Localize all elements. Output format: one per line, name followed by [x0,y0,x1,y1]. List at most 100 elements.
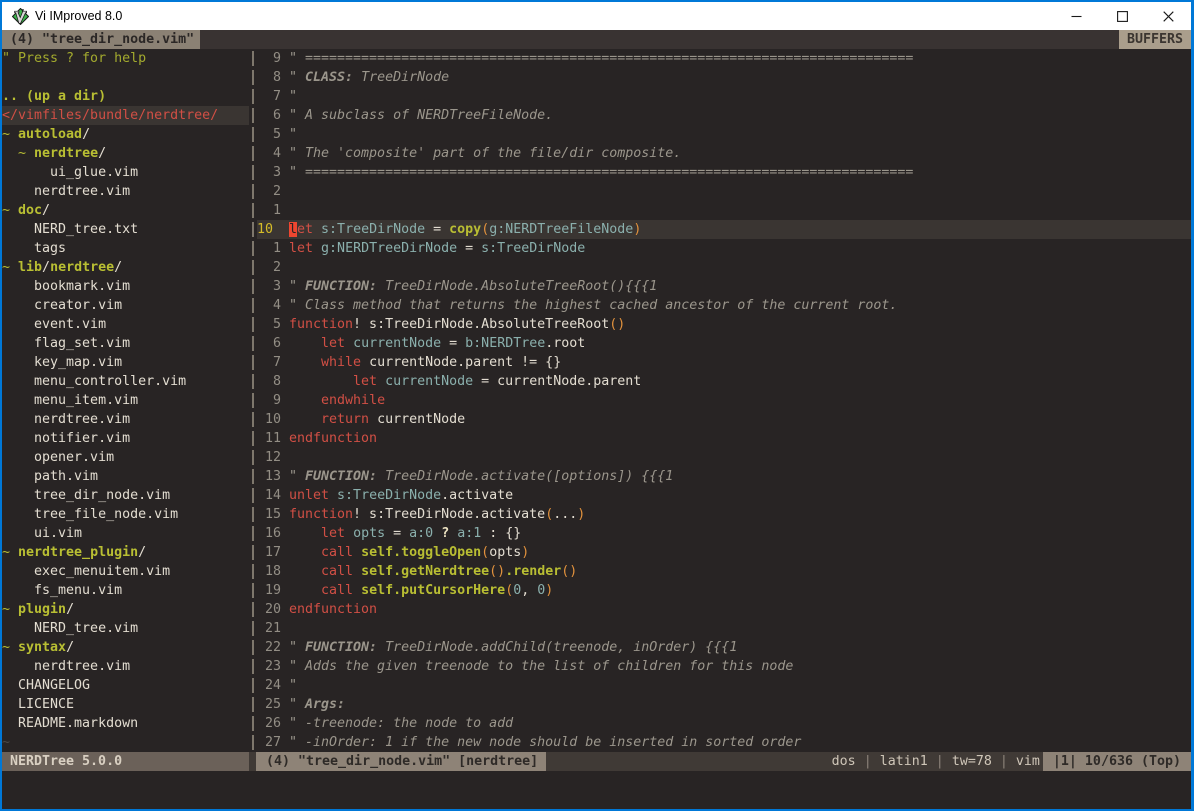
code-line[interactable]: 2 [257,182,1191,201]
text-segment: .activate [441,488,513,503]
nerdtree-line[interactable]: NERD_tree.vim [2,619,249,638]
nerdtree-line[interactable]: ~ plugin/ [2,600,249,619]
nerdtree-line[interactable]: ~ syntax/ [2,638,249,657]
titlebar[interactable]: Vi IMproved 8.0 [2,2,1191,30]
line-number: 9 [257,391,289,410]
code-line[interactable]: 21 [257,619,1191,638]
editor-buffer: 9 " ====================================… [257,49,1191,752]
code-line[interactable]: 2 [257,258,1191,277]
code-line[interactable]: 3 " ====================================… [257,163,1191,182]
nerdtree-line[interactable]: creator.vim [2,296,249,315]
code-line[interactable]: 24 " [257,676,1191,695]
code-line[interactable]: 1 [257,201,1191,220]
code-line[interactable]: 10 let s:TreeDirNode = copy(g:NERDTreeFi… [257,220,1191,239]
nerdtree-line[interactable]: .. (up a dir) [2,87,249,106]
line-number: 18 [257,562,289,581]
nerdtree-line[interactable]: ~ autoload/ [2,125,249,144]
code-line[interactable]: 7 while currentNode.parent != {} [257,353,1191,372]
minimize-button[interactable] [1053,2,1099,30]
code-line[interactable]: 27 " -inOrder: 1 if the new node should … [257,733,1191,752]
nerdtree-line[interactable]: fs_menu.vim [2,581,249,600]
nerdtree-line[interactable]: </vimfiles/bundle/nerdtree/ [2,106,249,125]
text-segment [289,374,353,389]
nerdtree-line[interactable]: nerdtree.vim [2,182,249,201]
code-line[interactable]: 6 let currentNode = b:NERDTree.root [257,334,1191,353]
nerdtree-line[interactable]: README.markdown [2,714,249,733]
nerdtree-line[interactable]: path.vim [2,467,249,486]
code-line[interactable]: 4 " The 'composite' part of the file/dir… [257,144,1191,163]
code-line[interactable]: 26 " -treenode: the node to add [257,714,1191,733]
text-segment: ~ [2,260,18,275]
code-line[interactable]: 4 " Class method that returns the highes… [257,296,1191,315]
text-segment: return [321,412,369,427]
window-vertical-separator[interactable] [249,49,257,752]
line-number: 7 [257,353,289,372]
text-segment: / [42,260,50,275]
code-line[interactable]: 8 " CLASS: TreeDirNode [257,68,1191,87]
line-number: 24 [257,676,289,695]
nerdtree-line[interactable]: LICENCE [2,695,249,714]
nerdtree-line[interactable]: nerdtree.vim [2,657,249,676]
nerdtree-line[interactable]: flag_set.vim [2,334,249,353]
nerdtree-line[interactable]: tree_dir_node.vim [2,486,249,505]
code-line[interactable]: 5 function! s:TreeDirNode.AbsoluteTreeRo… [257,315,1191,334]
code-line[interactable]: 3 " FUNCTION: TreeDirNode.AbsoluteTreeRo… [257,277,1191,296]
nerdtree-line[interactable]: ~ nerdtree/ [2,144,249,163]
line-number: 2 [257,182,289,201]
nerdtree-line[interactable]: event.vim [2,315,249,334]
nerdtree-line[interactable]: key_map.vim [2,353,249,372]
code-line[interactable]: 14 unlet s:TreeDirNode.activate [257,486,1191,505]
code-line[interactable]: 25 " Args: [257,695,1191,714]
nerdtree-line[interactable]: " Press ? for help [2,49,249,68]
code-line[interactable]: 23 " Adds the given treenode to the list… [257,657,1191,676]
text-segment: a:1 [457,526,481,541]
code-line[interactable]: 18 call self.getNerdtree().render() [257,562,1191,581]
text-segment: nerdtree [34,146,98,161]
code-line[interactable]: 16 let opts = a:0 ? a:1 : {} [257,524,1191,543]
nerdtree-line[interactable]: tags [2,239,249,258]
nerdtree-line[interactable]: ~ [2,733,249,752]
code-line[interactable]: 10 return currentNode [257,410,1191,429]
close-button[interactable] [1145,2,1191,30]
code-line[interactable]: 1 let g:NERDTreeDirNode = s:TreeDirNode [257,239,1191,258]
nerdtree-line[interactable]: menu_item.vim [2,391,249,410]
code-line[interactable]: 22 " FUNCTION: TreeDirNode.addChild(tree… [257,638,1191,657]
nerdtree-line[interactable]: CHANGELOG [2,676,249,695]
code-line[interactable]: 13 " FUNCTION: TreeDirNode.activate([opt… [257,467,1191,486]
nerdtree-line[interactable]: nerdtree.vim [2,410,249,429]
text-segment: ) [545,583,553,598]
code-line[interactable]: 5 " [257,125,1191,144]
text-segment: let [289,222,313,237]
nerdtree-line[interactable]: ~ nerdtree_plugin/ [2,543,249,562]
nerdtree-line[interactable]: opener.vim [2,448,249,467]
nerdtree-line[interactable]: ~ lib/nerdtree/ [2,258,249,277]
text-segment [353,545,361,560]
nerdtree-line[interactable]: NERD_tree.txt [2,220,249,239]
maximize-button[interactable] [1099,2,1145,30]
code-line[interactable]: 20 endfunction [257,600,1191,619]
nerdtree-line[interactable]: ui.vim [2,524,249,543]
text-segment: tags [2,241,66,256]
nerdtree-line[interactable]: bookmark.vim [2,277,249,296]
nerdtree-line[interactable]: menu_controller.vim [2,372,249,391]
code-line[interactable]: 9 endwhile [257,391,1191,410]
code-line[interactable]: 8 let currentNode = currentNode.parent [257,372,1191,391]
tab-tree-dir-node[interactable]: (4) "tree_dir_node.vim" [2,30,200,49]
line-number: 8 [257,372,289,391]
code-line[interactable]: 12 [257,448,1191,467]
code-line[interactable]: 9 " ====================================… [257,49,1191,68]
code-line[interactable]: 11 endfunction [257,429,1191,448]
nerdtree-line[interactable]: ~ doc/ [2,201,249,220]
code-line[interactable]: 6 " A subclass of NERDTreeFileNode. [257,106,1191,125]
nerdtree-line[interactable]: ui_glue.vim [2,163,249,182]
code-line[interactable]: 15 function! s:TreeDirNode.activate(...) [257,505,1191,524]
code-line[interactable]: 17 call self.toggleOpen(opts) [257,543,1191,562]
text-segment: opener.vim [2,450,114,465]
nerdtree-line[interactable]: tree_file_node.vim [2,505,249,524]
code-line[interactable]: 7 " [257,87,1191,106]
code-line[interactable]: 19 call self.putCursorHere(0, 0) [257,581,1191,600]
nerdtree-line[interactable]: notifier.vim [2,429,249,448]
nerdtree-line[interactable] [2,68,249,87]
nerdtree-line[interactable]: exec_menuitem.vim [2,562,249,581]
text-segment: TreeDirNode [353,70,449,85]
